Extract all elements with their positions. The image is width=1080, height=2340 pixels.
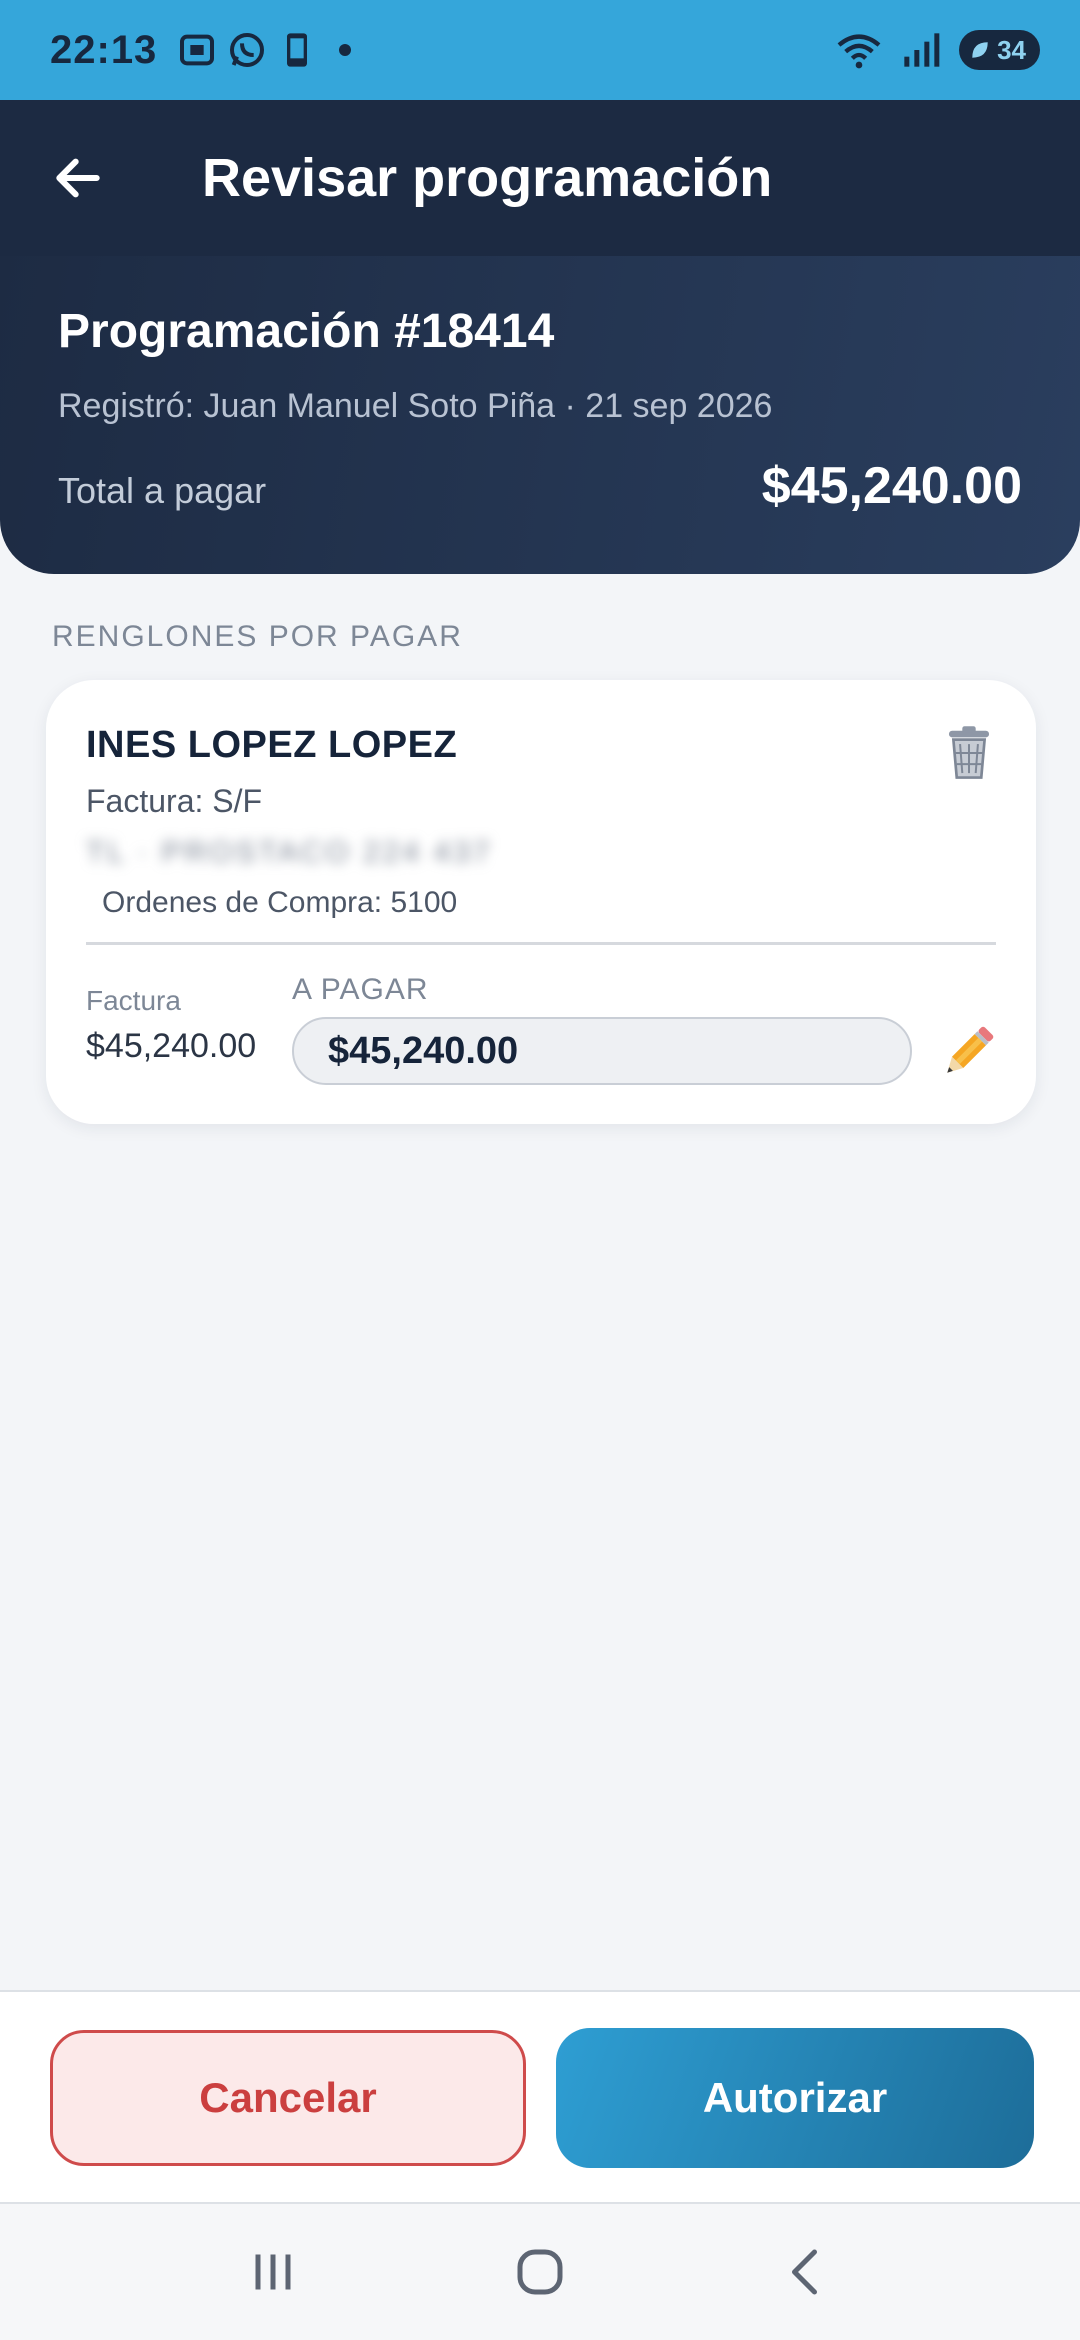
phone-device-icon	[287, 33, 308, 67]
trash-icon[interactable]	[942, 724, 996, 782]
invoice-number: Factura: S/F	[86, 783, 263, 819]
status-notification-icons	[177, 30, 352, 70]
purchase-orders: Ordenes de Compra: 5100	[102, 886, 458, 919]
pencil-icon[interactable]	[936, 1020, 1000, 1084]
page-title: Revisar programación	[202, 148, 773, 208]
battery-icon: 34	[959, 30, 1040, 70]
pay-amount-column: A PAGAR	[292, 973, 912, 1085]
system-nav-bar	[0, 2204, 1080, 2340]
section-label: RENGLONES POR PAGAR	[52, 620, 463, 653]
notification-dot-icon	[339, 44, 352, 56]
status-time: 22:13	[50, 27, 158, 72]
pay-amount-label: A PAGAR	[292, 973, 429, 1006]
vendor-name: INES LOPEZ LOPEZ	[86, 724, 458, 766]
blurred-detail: TL · PROSTACO 224 437	[86, 836, 493, 869]
cancel-button[interactable]: Cancelar	[50, 2030, 526, 2166]
wifi-icon	[837, 34, 881, 69]
recents-icon[interactable]	[243, 2242, 303, 2302]
summary-card: Programación #18414 Registró: Juan Manue…	[0, 256, 1080, 574]
home-icon[interactable]	[510, 2242, 570, 2302]
battery-level: 34	[997, 34, 1026, 65]
registered-by: Registró: Juan Manuel Soto Piña · 21 sep…	[58, 387, 773, 425]
total-label: Total a pagar	[58, 470, 267, 511]
status-system-icons: 34	[835, 30, 1040, 70]
action-bar: Cancelar Autorizar	[0, 1990, 1080, 2204]
invoice-amount-column: Factura $45,240.00	[86, 985, 292, 1066]
screenshot-icon	[180, 34, 215, 66]
pay-amount-input[interactable]	[292, 1017, 912, 1085]
program-number: Programación #18414	[58, 305, 555, 358]
app-bar: Revisar programación	[0, 100, 1080, 256]
amounts-row: Factura $45,240.00 A PAGAR	[86, 973, 996, 1085]
whatsapp-icon	[230, 33, 265, 67]
status-bar: 22:13 34	[0, 0, 1080, 100]
divider	[86, 942, 996, 945]
signal-icon	[904, 33, 940, 67]
arrow-left-icon[interactable]	[50, 150, 106, 206]
battery-saver-leaf-icon	[972, 42, 988, 58]
total-value: $45,240.00	[761, 457, 1022, 515]
invoice-amount-label: Factura	[86, 985, 181, 1016]
list-item: INES LOPEZ LOPEZ Factura: S/F TL · PROST…	[46, 680, 1036, 1124]
back-icon[interactable]	[777, 2242, 837, 2302]
authorize-button[interactable]: Autorizar	[556, 2028, 1034, 2168]
invoice-amount-value: $45,240.00	[86, 1027, 257, 1065]
screen: 22:13 34 Revisar programación Programaci…	[0, 0, 1080, 2340]
total-row: Total a pagar $45,240.00	[58, 456, 1022, 516]
